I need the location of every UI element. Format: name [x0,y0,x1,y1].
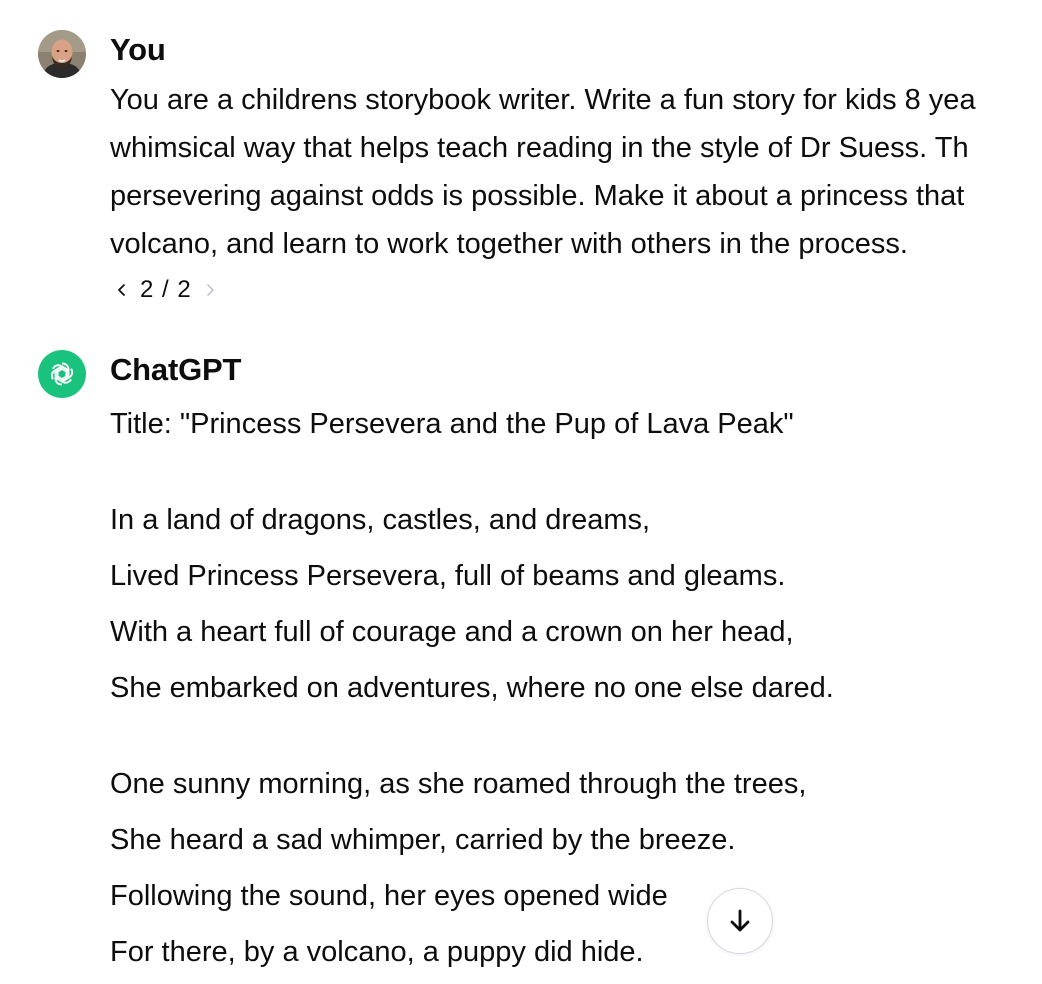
story-line: She heard a sad whimper, carried by the … [110,824,736,856]
assistant-author-name: ChatGPT [110,352,242,387]
user-author-name: You [110,32,166,67]
chevron-right-icon[interactable] [198,278,222,302]
user-message: You are a childrens storybook writer. Wr… [110,76,1042,268]
user-message-line: volcano, and learn to work together with… [110,228,908,260]
story-title-line: Title: "Princess Persevera and the Pup o… [110,408,794,440]
chevron-left-icon[interactable] [110,278,134,302]
version-counter: 2 / 2 [140,276,192,303]
user-avatar-photo [38,30,86,78]
chat-viewport: You You are a childrens storybook writer… [0,0,1042,984]
story-line: For there, by a volcano, a puppy did hid… [110,936,644,968]
story-line: With a heart full of courage and a crown… [110,616,794,648]
story-line: She embarked on adventures, where no one… [110,672,834,704]
user-message-line: persevering against odds is possible. Ma… [110,180,965,212]
story-line: One sunny morning, as she roamed through… [110,768,807,800]
scroll-to-bottom-button[interactable] [707,888,773,954]
user-message-line: You are a childrens storybook writer. Wr… [110,84,976,116]
user-avatar [38,30,86,78]
story-line: Lived Princess Persevera, full of beams … [110,560,786,592]
story-line: Following the sound, her eyes opened wid… [110,880,668,912]
assistant-avatar [38,350,86,398]
story-line: In a land of dragons, castles, and dream… [110,504,651,536]
openai-logo-icon [50,362,74,386]
arrow-down-icon [730,909,750,932]
user-message-line: whimsical way that helps teach reading i… [110,132,969,164]
message-version-pager: 2 / 2 [110,274,222,306]
